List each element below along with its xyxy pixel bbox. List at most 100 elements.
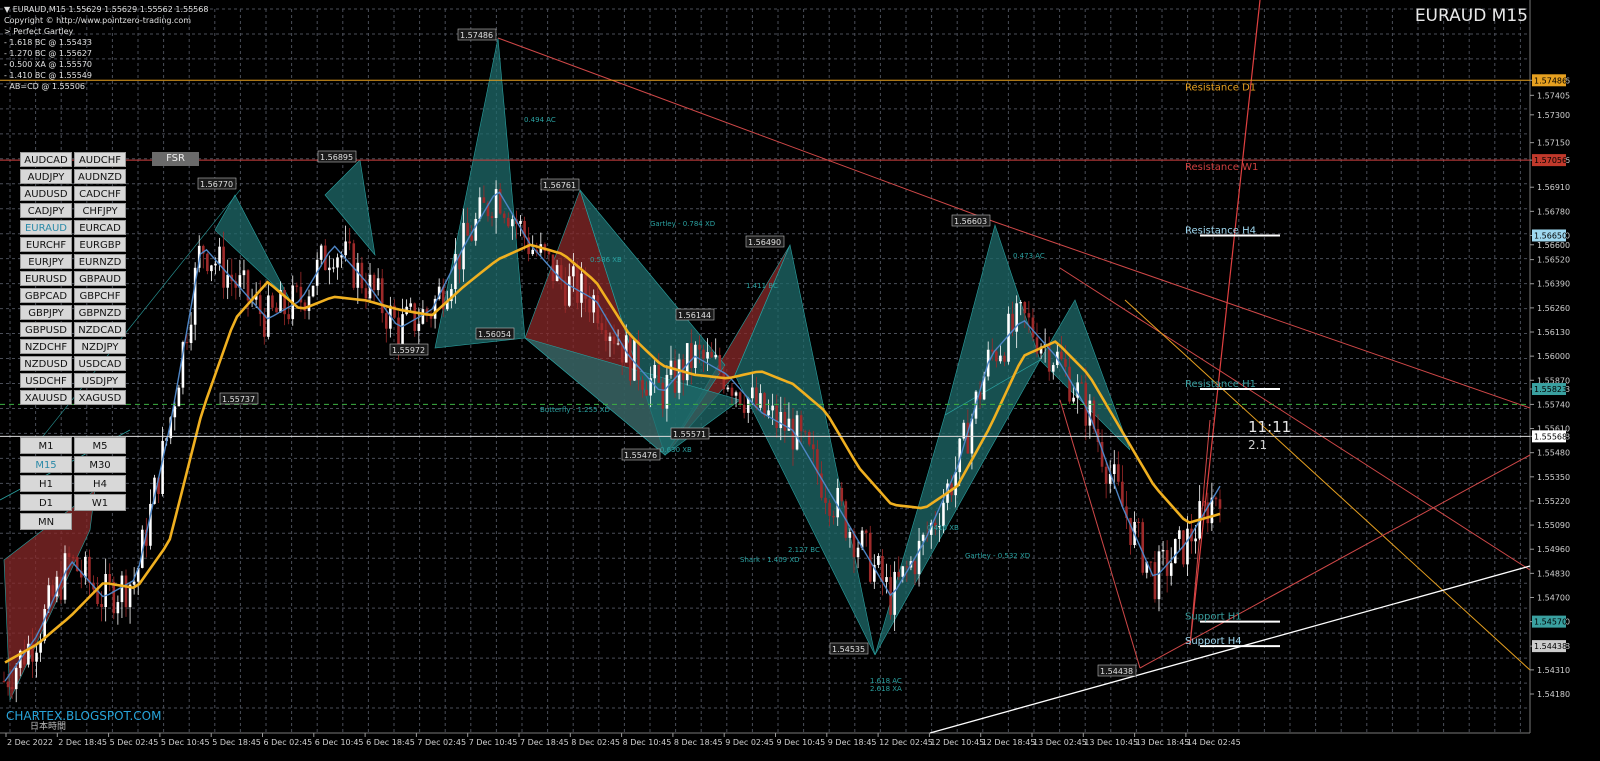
candle-body: [14, 667, 18, 690]
candle-countdown: 11:11: [1248, 418, 1292, 436]
symbol-button-xagusd[interactable]: XAGUSD: [74, 390, 126, 405]
candle-body: [1178, 530, 1181, 539]
candle-body: [917, 540, 921, 575]
price-tag-label: 1.55568: [1534, 432, 1567, 441]
timeframe-button-mn[interactable]: MN: [20, 513, 72, 530]
price-tag-label: 1.57486: [1534, 76, 1567, 85]
symbol-title: EURAUD M15: [1414, 6, 1528, 26]
timeframe-button-m30[interactable]: M30: [74, 456, 126, 473]
symbol-button-cadchf[interactable]: CADCHF: [74, 186, 126, 201]
candle-body: [738, 392, 742, 405]
swing-label: 1.56054: [478, 330, 511, 339]
candle-body: [1060, 351, 1063, 360]
symbol-button-chfjpy[interactable]: CHFJPY: [74, 203, 126, 218]
y-tick-label: 1.56780: [1537, 207, 1570, 216]
symbol-button-gbpchf[interactable]: GBPCHF: [74, 288, 126, 303]
symbol-button-gbpnzd[interactable]: GBPNZD: [74, 305, 126, 320]
timeframe-button-d1[interactable]: D1: [20, 494, 72, 511]
candle-body: [653, 364, 657, 379]
symbol-button-xauusd[interactable]: XAUUSD: [20, 390, 72, 405]
symbol-button-gbpcad[interactable]: GBPCAD: [20, 288, 72, 303]
symbol-button-nzdchf[interactable]: NZDCHF: [20, 339, 72, 354]
candle-body: [580, 273, 583, 303]
candle-body: [771, 405, 774, 411]
candle-body: [592, 295, 595, 313]
y-tick-label: 1.57405: [1537, 91, 1570, 100]
candle-body: [868, 532, 872, 582]
timeframe-button-h1[interactable]: H1: [20, 475, 72, 492]
candle-body: [714, 354, 718, 358]
x-tick-label: 8 Dec 02:45: [571, 738, 620, 747]
price-tag-label: 1.56650: [1534, 231, 1567, 240]
candle-body: [206, 253, 209, 272]
candle-body: [466, 222, 469, 236]
candle-body: [356, 262, 360, 288]
copyright: Copyright © http://www.pointzero-trading…: [4, 16, 192, 25]
symbol-button-gbpjpy[interactable]: GBPJPY: [20, 305, 72, 320]
symbol-line: ▼ EURAUD,M15 1.55629 1.55629 1.55562 1.5…: [4, 5, 209, 14]
y-tick-label: 1.57150: [1537, 139, 1570, 148]
timeframe-button-w1[interactable]: W1: [74, 494, 126, 511]
pattern-annotation: Shark - 1.409 XD: [740, 556, 800, 564]
candle-body: [454, 254, 457, 290]
price-tag-label: 1.54570: [1534, 618, 1567, 627]
symbol-button-nzdusd[interactable]: NZDUSD: [20, 356, 72, 371]
pattern-annotation: 1.411 BC: [746, 282, 778, 290]
symbol-button-audusd[interactable]: AUDUSD: [20, 186, 72, 201]
symbol-button-eurjpy[interactable]: EURJPY: [20, 254, 72, 269]
candle-body: [1080, 382, 1084, 384]
symbol-button-gbpaud[interactable]: GBPAUD: [74, 271, 126, 286]
fsr-button[interactable]: FSR: [152, 152, 199, 166]
symbol-button-usdjpy[interactable]: USDJPY: [74, 373, 126, 388]
candle-body: [783, 411, 787, 431]
candle-body: [913, 561, 917, 575]
candle-body: [722, 372, 726, 390]
sr-label: Resistance H1: [1185, 379, 1256, 390]
price-chart[interactable]: Resistance D1 Resistance W1 Resistance H4 R…: [0, 0, 1600, 761]
y-tick-label: 1.55740: [1537, 400, 1570, 409]
timeframe-button-m1[interactable]: M1: [20, 437, 72, 454]
symbol-button-euraud[interactable]: EURAUD: [20, 220, 72, 235]
y-tick-label: 1.54960: [1537, 545, 1570, 554]
candle-body: [877, 555, 880, 565]
y-tick-label: 1.56390: [1537, 280, 1570, 289]
symbol-button-audcad[interactable]: AUDCAD: [20, 152, 72, 167]
candle-body: [885, 577, 888, 582]
candle-body: [506, 217, 510, 227]
symbol-button-usdcad[interactable]: USDCAD: [74, 356, 126, 371]
symbol-button-eurchf[interactable]: EURCHF: [20, 237, 72, 252]
timeframe-button-m5[interactable]: M5: [74, 437, 126, 454]
candle-body: [1031, 317, 1035, 338]
symbol-button-audjpy[interactable]: AUDJPY: [20, 169, 72, 184]
candle-body: [474, 218, 478, 241]
symbol-button-nzdjpy[interactable]: NZDJPY: [74, 339, 126, 354]
timeframe-button-h4[interactable]: H4: [74, 475, 126, 492]
candle-body: [799, 415, 803, 432]
symbol-button-gbpusd[interactable]: GBPUSD: [20, 322, 72, 337]
candle-body: [311, 285, 315, 297]
candle-body: [828, 502, 831, 516]
symbol-button-eurusd[interactable]: EURUSD: [20, 271, 72, 286]
symbol-button-usdchf[interactable]: USDCHF: [20, 373, 72, 388]
swing-label: 1.54438: [1100, 667, 1133, 676]
symbol-button-eurnzd[interactable]: EURNZD: [74, 254, 126, 269]
x-tick-label: 6 Dec 02:45: [264, 738, 313, 747]
candle-body: [730, 387, 734, 396]
symbol-button-eurgbp[interactable]: EURGBP: [74, 237, 126, 252]
candle-body: [413, 303, 417, 331]
timeframe-button-m15[interactable]: M15: [20, 456, 72, 473]
candle-body: [177, 387, 181, 407]
candle-body: [665, 374, 669, 409]
symbol-button-audchf[interactable]: AUDCHF: [74, 152, 126, 167]
swing-label: 1.55972: [392, 346, 425, 355]
trend-line: [497, 37, 996, 223]
candle-body: [344, 241, 347, 256]
candle-body: [742, 404, 746, 413]
candle-body: [767, 410, 770, 416]
symbol-button-eurcad[interactable]: EURCAD: [74, 220, 126, 235]
symbol-button-audnzd[interactable]: AUDNZD: [74, 169, 126, 184]
symbol-button-cadjpy[interactable]: CADJPY: [20, 203, 72, 218]
symbol-button-nzdcad[interactable]: NZDCAD: [74, 322, 126, 337]
candle-body: [1157, 551, 1161, 600]
candle-body: [751, 387, 754, 399]
